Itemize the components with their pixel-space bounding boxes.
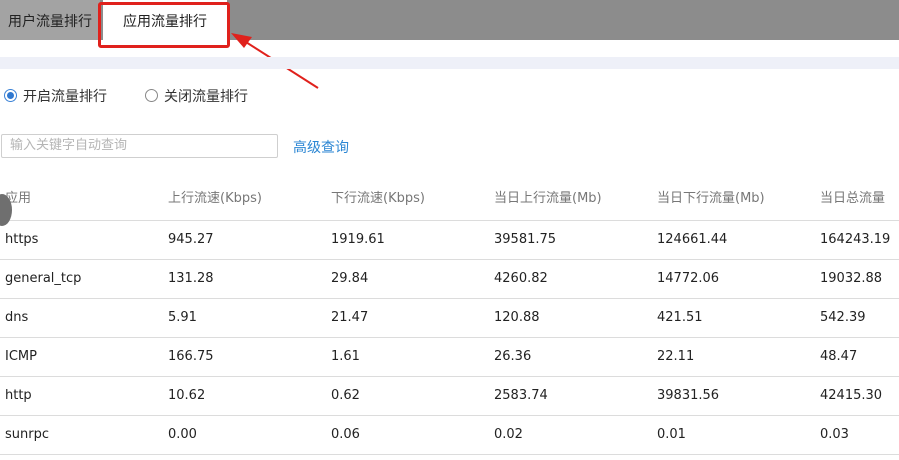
radio-unchecked-icon xyxy=(145,89,158,102)
cell-up-rate: 166.75 xyxy=(168,349,214,364)
table-body: https 945.27 1919.61 39581.75 124661.44 16424… xyxy=(0,221,899,455)
radio-disable-ranking[interactable]: 关闭流量排行 xyxy=(145,86,248,106)
cell-up-rate: 945.27 xyxy=(168,232,214,247)
table-row[interactable]: general_tcp 131.28 29.84 4260.82 14772.06 190… xyxy=(0,260,899,299)
cell-up-volume: 39581.75 xyxy=(494,232,557,247)
table-row[interactable]: dns 5.91 21.47 120.88 421.51 542.39 xyxy=(0,299,899,338)
cell-total-volume: 42415.30 xyxy=(820,388,883,403)
cell-up-volume: 26.36 xyxy=(494,349,532,364)
cell-down-rate: 0.62 xyxy=(331,388,360,403)
radio-checked-icon xyxy=(4,89,17,102)
cell-up-volume: 4260.82 xyxy=(494,271,548,286)
advanced-search-link[interactable]: 高级查询 xyxy=(293,137,349,157)
cell-total-volume: 48.47 xyxy=(820,349,858,364)
cell-up-rate: 0.00 xyxy=(168,427,197,442)
search-input[interactable]: 输入关键字自动查询 xyxy=(1,134,278,158)
table-row[interactable]: https 945.27 1919.61 39581.75 124661.44 16424… xyxy=(0,221,899,260)
cell-up-rate: 10.62 xyxy=(168,388,206,403)
column-header-up-volume[interactable]: 当日上行流量(Mb) xyxy=(494,180,602,218)
cell-up-volume: 0.02 xyxy=(494,427,523,442)
cell-down-rate: 29.84 xyxy=(331,271,369,286)
column-header-up-rate[interactable]: 上行流速(Kbps) xyxy=(168,180,262,218)
cell-total-volume: 164243.19 xyxy=(820,232,891,247)
column-header-down-rate[interactable]: 下行流速(Kbps) xyxy=(331,180,425,218)
table-header: 应用 上行流速(Kbps) 下行流速(Kbps) 当日上行流量(Mb) 当日下行… xyxy=(0,180,899,221)
cell-up-rate: 131.28 xyxy=(168,271,214,286)
cell-up-volume: 120.88 xyxy=(494,310,540,325)
cell-up-volume: 2583.74 xyxy=(494,388,548,403)
cell-down-rate: 0.06 xyxy=(331,427,360,442)
cell-down-rate: 21.47 xyxy=(331,310,369,325)
divider-stripe xyxy=(0,57,899,69)
cell-down-volume: 421.51 xyxy=(657,310,703,325)
cell-down-volume: 39831.56 xyxy=(657,388,720,403)
cell-up-rate: 5.91 xyxy=(168,310,197,325)
app-traffic-table: 应用 上行流速(Kbps) 下行流速(Kbps) 当日上行流量(Mb) 当日下行… xyxy=(0,180,899,455)
cell-down-rate: 1.61 xyxy=(331,349,360,364)
table-row[interactable]: http 10.62 0.62 2583.74 39831.56 42415.30 xyxy=(0,377,899,416)
cell-total-volume: 0.03 xyxy=(820,427,849,442)
cell-down-volume: 22.11 xyxy=(657,349,695,364)
radio-disable-label: 关闭流量排行 xyxy=(164,89,248,105)
cell-app: sunrpc xyxy=(5,427,49,442)
column-header-total-volume[interactable]: 当日总流量 xyxy=(820,180,885,218)
radio-enable-label: 开启流量排行 xyxy=(23,89,107,105)
table-row[interactable]: sunrpc 0.00 0.06 0.02 0.01 0.03 xyxy=(0,416,899,455)
cell-app: general_tcp xyxy=(5,271,82,286)
cell-down-volume: 124661.44 xyxy=(657,232,728,247)
cell-app: https xyxy=(5,232,39,247)
cell-app: dns xyxy=(5,310,29,325)
cell-app: ICMP xyxy=(5,349,37,364)
radio-enable-ranking[interactable]: 开启流量排行 xyxy=(4,86,107,106)
cell-down-volume: 14772.06 xyxy=(657,271,720,286)
column-header-down-volume[interactable]: 当日下行流量(Mb) xyxy=(657,180,765,218)
cell-app: http xyxy=(5,388,32,403)
cell-down-rate: 1919.61 xyxy=(331,232,385,247)
cell-total-volume: 19032.88 xyxy=(820,271,883,286)
table-row[interactable]: ICMP 166.75 1.61 26.36 22.11 48.47 xyxy=(0,338,899,377)
cell-total-volume: 542.39 xyxy=(820,310,866,325)
cell-down-volume: 0.01 xyxy=(657,427,686,442)
